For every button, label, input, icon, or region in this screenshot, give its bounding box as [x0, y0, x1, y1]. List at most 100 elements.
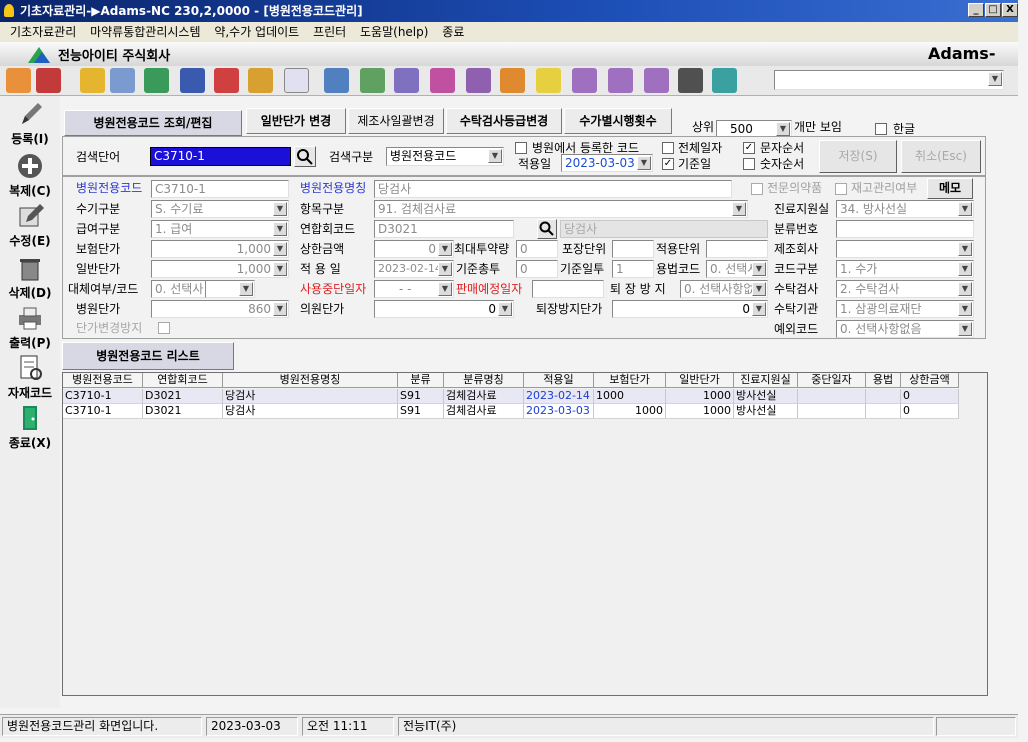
specialist-checkbox[interactable] [751, 183, 763, 195]
column-header[interactable]: 중단일자 [798, 373, 866, 388]
general-price-arrow-icon[interactable]: ▼ [273, 262, 287, 276]
hangul-checkbox[interactable] [875, 123, 887, 135]
exception-arrow-icon[interactable]: ▼ [958, 322, 972, 336]
toolbar-check3-icon[interactable] [644, 68, 669, 93]
insurance-price-arrow-icon[interactable]: ▼ [273, 242, 287, 256]
base-total-field[interactable]: 0 [516, 260, 558, 278]
outsource-org-select[interactable]: 1. 삼광의료재단 ▼ [836, 300, 974, 318]
toolbar-clock-icon[interactable] [284, 68, 309, 93]
pay-type-arrow-icon[interactable]: ▼ [273, 222, 287, 236]
num-order-checkbox[interactable] [743, 158, 755, 170]
material-code-button[interactable]: 자재코드 [2, 354, 58, 401]
discharge-price-field[interactable]: 0 ▼ [612, 300, 768, 318]
table-cell[interactable] [798, 404, 866, 419]
inventory-checkbox[interactable] [835, 183, 847, 195]
maker-arrow-icon[interactable]: ▼ [958, 242, 972, 256]
insurance-price-field[interactable]: 1,000 ▼ [151, 240, 289, 258]
apply-unit-field[interactable] [706, 240, 768, 258]
minimize-button[interactable]: _ [968, 3, 984, 17]
column-header[interactable]: 상한금액 [901, 373, 959, 388]
table-cell[interactable]: 1000 [594, 389, 666, 404]
toolbar-glasses-icon[interactable] [324, 68, 349, 93]
tab-code-edit[interactable]: 병원전용코드 조회/편집 [64, 110, 242, 136]
toolbar-bottles-icon[interactable] [430, 68, 455, 93]
table-cell[interactable]: 당검사 [223, 404, 398, 419]
max-amount-arrow-icon[interactable]: ▼ [438, 242, 452, 256]
form-apply-date-arrow-icon[interactable]: ▼ [438, 262, 452, 276]
table-cell[interactable]: C3710-1 [63, 404, 143, 419]
tab-price-change[interactable]: 일반단가 변경 [246, 108, 346, 134]
print-button[interactable]: 출력(P) [2, 304, 58, 351]
table-cell[interactable]: D3021 [143, 404, 223, 419]
table-cell[interactable]: 방사선실 [734, 389, 798, 404]
assoc-search-icon[interactable] [537, 219, 557, 239]
all-date-checkbox[interactable] [662, 142, 674, 154]
max-dose-field[interactable]: 0 [516, 240, 558, 258]
code-type-select[interactable]: 1. 수가 ▼ [836, 260, 974, 278]
text-order-checkbox[interactable]: ✓ [743, 142, 755, 154]
menu-basic-data[interactable]: 기초자료관리 [10, 25, 76, 39]
column-header[interactable]: 용법 [866, 373, 901, 388]
stop-date-arrow-icon[interactable]: ▼ [438, 282, 452, 296]
column-header[interactable]: 보험단가 [594, 373, 666, 388]
toolbar-note-icon[interactable] [536, 68, 561, 93]
outsource-org-arrow-icon[interactable]: ▼ [958, 302, 972, 316]
table-cell[interactable]: 검체검사료 [444, 389, 524, 404]
toolbar-pharmacy-icon[interactable] [144, 68, 169, 93]
register-button[interactable]: 등록(I) [2, 100, 58, 147]
table-cell[interactable]: 당검사 [223, 389, 398, 404]
toolbar-key-icon[interactable] [80, 68, 105, 93]
sale-date-field[interactable] [532, 280, 604, 298]
search-term-input[interactable]: C3710-1 [150, 147, 291, 166]
toolbar-combo[interactable] [774, 70, 1004, 90]
dept-arrow-icon[interactable]: ▼ [958, 202, 972, 216]
edit-button[interactable]: 수정(E) [2, 202, 58, 249]
table-cell[interactable]: 0 [901, 404, 959, 419]
table-cell[interactable]: S91 [398, 389, 444, 404]
pay-type-select[interactable]: 1. 급여 ▼ [151, 220, 289, 238]
cancel-button[interactable]: 취소(Esc) [901, 140, 981, 173]
toolbar-books-icon[interactable] [6, 68, 31, 93]
list-title-tab[interactable]: 병원전용코드 리스트 [62, 342, 234, 370]
toolbar-chart-icon[interactable] [394, 68, 419, 93]
hosp-price-arrow-icon[interactable]: ▼ [273, 302, 287, 316]
table-cell[interactable]: D3021 [143, 389, 223, 404]
registered-checkbox[interactable] [515, 142, 527, 154]
discharge-arrow-icon[interactable]: ▼ [752, 282, 766, 296]
fee-type-select[interactable]: S. 수기료 ▼ [151, 200, 289, 218]
toolbar-check1-icon[interactable] [572, 68, 597, 93]
class-no-field[interactable] [836, 220, 974, 238]
table-cell[interactable] [866, 404, 901, 419]
stop-date-select[interactable]: - - ▼ [374, 280, 454, 298]
table-cell[interactable]: 0 [901, 389, 959, 404]
outsource-arrow-icon[interactable]: ▼ [958, 282, 972, 296]
max-amount-field[interactable]: 0 ▼ [374, 240, 454, 258]
copy-button[interactable]: 복제(C) [2, 152, 58, 199]
column-header[interactable]: 일반단가 [666, 373, 734, 388]
search-type-arrow-icon[interactable]: ▼ [488, 149, 502, 163]
table-cell[interactable]: 1000 [666, 404, 734, 419]
table-cell[interactable] [798, 389, 866, 404]
general-price-field[interactable]: 1,000 ▼ [151, 260, 289, 278]
table-cell[interactable] [866, 389, 901, 404]
column-header[interactable]: 적용일 [524, 373, 594, 388]
hosp-code-field[interactable]: C3710-1 [151, 180, 289, 198]
column-header[interactable]: 연합회코드 [143, 373, 223, 388]
hosp-name-field[interactable]: 당검사 [374, 180, 732, 198]
substitute-code-arrow-icon[interactable]: ▼ [239, 282, 253, 296]
delete-button[interactable]: 삭제(D) [2, 254, 58, 301]
pack-unit-field[interactable] [612, 240, 654, 258]
menu-help[interactable]: 도움말(help) [360, 25, 428, 39]
table-cell[interactable]: 1000 [666, 389, 734, 404]
table-cell[interactable]: 2023-03-03 [524, 404, 594, 419]
search-type-select[interactable]: 병원전용코드 ▼ [386, 147, 504, 166]
price-change-checkbox[interactable] [158, 322, 170, 334]
table-cell[interactable]: 2023-02-14 [524, 389, 594, 404]
clinic-price-arrow-icon[interactable]: ▼ [498, 302, 512, 316]
menu-narcotics[interactable]: 마약류통합관리시스템 [90, 25, 200, 39]
column-header[interactable]: 병원전용명칭 [223, 373, 398, 388]
substitute-code-field[interactable]: ▼ [205, 280, 255, 298]
form-apply-date-select[interactable]: 2023-02-14 ▼ [374, 260, 454, 278]
exit-button[interactable]: 종료(X) [2, 404, 58, 451]
maker-select[interactable]: ▼ [836, 240, 974, 258]
